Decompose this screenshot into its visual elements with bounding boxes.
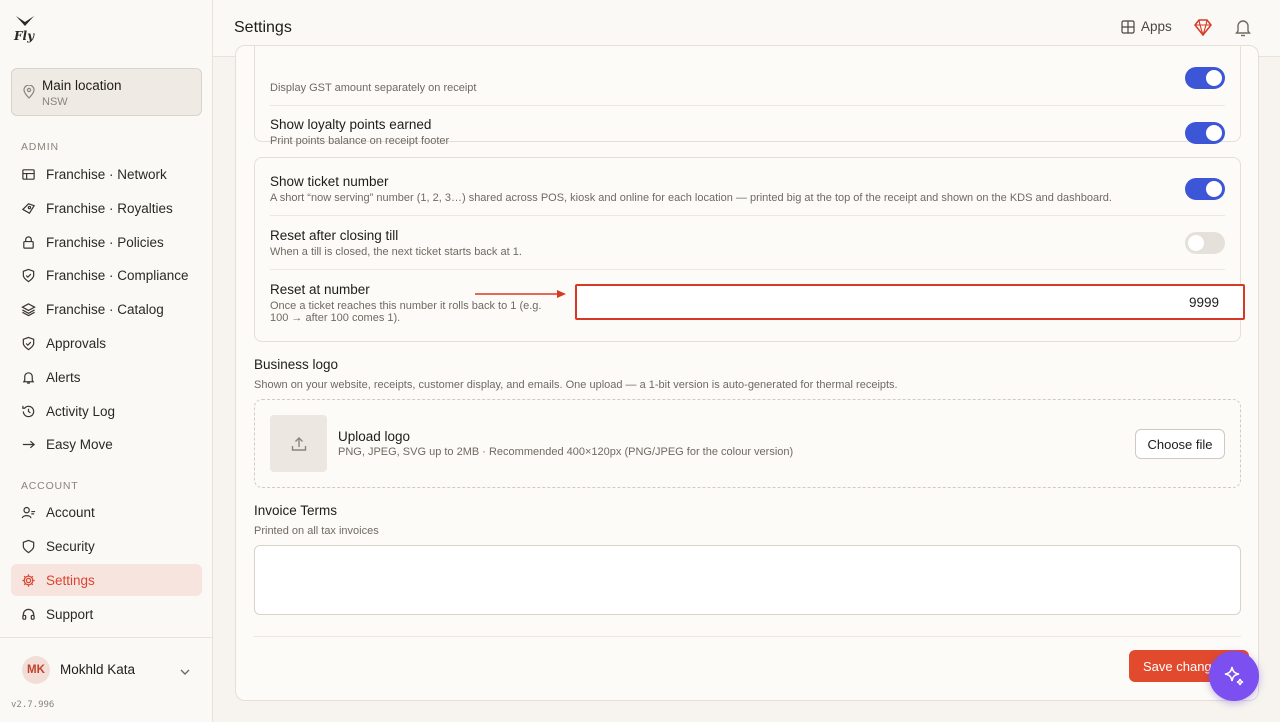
sidebar-item-label: Franchise · Compliance: [46, 267, 189, 283]
layers-icon: [21, 302, 36, 316]
sidebar-item-settings[interactable]: Settings: [11, 564, 202, 596]
user-name[interactable]: Mokhld Kata: [60, 662, 135, 677]
apps-label: Apps: [1141, 19, 1172, 34]
account-section-label: ACCOUNT: [21, 480, 79, 492]
app-version: v2.7.996: [11, 700, 55, 710]
sidebar-item-label: Security: [46, 538, 95, 554]
sidebar-item-label: Franchise · Network: [46, 166, 167, 182]
invoice-terms-desc: Printed on all tax invoices: [254, 525, 379, 537]
show-ticket-toggle[interactable]: [1185, 178, 1225, 200]
chevron-down-icon[interactable]: [179, 664, 191, 682]
sidebar-item-label: Alerts: [46, 369, 81, 385]
sidebar-item-franchise-catalog[interactable]: Franchise · Catalog: [11, 293, 202, 325]
fly-logo[interactable]: Fly: [13, 13, 37, 43]
svg-text:Fly: Fly: [13, 29, 35, 43]
reset-till-row: Reset after closing till When a till is …: [270, 228, 1225, 258]
sidebar-item-label: Franchise · Catalog: [46, 301, 164, 317]
page-title: Settings: [234, 19, 292, 36]
reset-till-desc: When a till is closed, the next ticket s…: [270, 246, 522, 258]
lock-icon: [23, 235, 34, 249]
sidebar-item-franchise-compliance[interactable]: Franchise · Compliance: [11, 259, 202, 291]
apps-button[interactable]: Apps: [1121, 19, 1172, 34]
sidebar-item-label: Settings: [46, 572, 95, 588]
shield-icon: [22, 539, 35, 553]
row-divider: [270, 215, 1225, 216]
upload-icon: [291, 436, 306, 451]
reset-number-input[interactable]: [575, 284, 1245, 320]
logo-upload-dropzone[interactable]: Upload logo PNG, JPEG, SVG up to 2MB · R…: [254, 399, 1241, 488]
notifications-bell-icon[interactable]: [1234, 18, 1252, 42]
upload-desc: PNG, JPEG, SVG up to 2MB · Recommended 4…: [338, 446, 794, 458]
sidebar-item-label: Activity Log: [46, 403, 116, 419]
sidebar-footer-divider: [0, 637, 213, 638]
loyalty-title: Show loyalty points earned: [270, 117, 432, 132]
shield-check-icon: [22, 268, 35, 282]
sidebar-item-approvals[interactable]: Approvals: [11, 327, 202, 359]
gem-icon[interactable]: [1194, 19, 1212, 41]
sidebar: Fly Main location NSW ADMIN Franchise · …: [0, 0, 213, 722]
choose-file-button[interactable]: Choose file: [1135, 429, 1225, 459]
sidebar-item-label: Account: [46, 504, 95, 520]
location-name: Main location: [42, 78, 122, 93]
row-divider: [270, 105, 1225, 106]
upload-title: Upload logo: [338, 429, 411, 444]
invoice-terms-textarea[interactable]: [254, 545, 1241, 615]
sidebar-item-alerts[interactable]: Alerts: [11, 361, 202, 393]
invoice-terms-title: Invoice Terms: [254, 503, 338, 518]
clock-icon: [22, 405, 35, 417]
receipt-options-card: Display GST amount separately on receipt…: [254, 46, 1241, 147]
network-icon: [22, 168, 35, 180]
sidebar-item-label: Easy Move: [46, 436, 113, 452]
row-divider: [270, 269, 1225, 270]
reset-till-toggle[interactable]: [1185, 232, 1225, 254]
loyalty-desc: Print points balance on receipt footer: [270, 135, 450, 147]
location-region: NSW: [42, 96, 68, 108]
percent-icon: [21, 202, 36, 214]
gear-icon: [22, 573, 35, 587]
business-logo-desc: Shown on your website, receipts, custome…: [254, 379, 898, 391]
sidebar-item-security[interactable]: Security: [11, 530, 202, 562]
business-logo-title: Business logo: [254, 357, 339, 372]
sidebar-item-franchise-network[interactable]: Franchise · Network: [11, 158, 202, 190]
user-icon: [21, 506, 36, 518]
sidebar-item-account[interactable]: Account: [11, 496, 202, 528]
gst-row: Display GST amount separately on receipt: [270, 79, 1225, 94]
annotation-arrow-icon: [475, 290, 566, 298]
sidebar-item-activity-log[interactable]: Activity Log: [11, 395, 202, 427]
sidebar-item-label: Support: [46, 606, 94, 622]
grid-icon: [1121, 19, 1135, 34]
show-ticket-title: Show ticket number: [270, 174, 389, 189]
show-ticket-desc: A short “now serving” number (1, 2, 3…) …: [270, 192, 1112, 204]
sidebar-item-franchise-policies[interactable]: Franchise · Policies: [11, 226, 202, 258]
sidebar-item-label: Franchise · Royalties: [46, 200, 173, 216]
sidebar-item-support[interactable]: Support: [11, 598, 202, 630]
avatar[interactable]: MK: [22, 656, 50, 684]
loyalty-row: Show loyalty points earned Print points …: [270, 117, 1225, 147]
loyalty-toggle[interactable]: [1185, 122, 1225, 144]
logo-preview: [270, 415, 327, 472]
sidebar-item-franchise-royalties[interactable]: Franchise · Royalties: [11, 192, 202, 224]
show-ticket-row: Show ticket number A short “now serving”…: [270, 174, 1225, 204]
sidebar-item-label: Approvals: [46, 335, 107, 351]
shield-check-icon: [22, 336, 35, 350]
ai-assistant-button[interactable]: [1209, 651, 1259, 701]
footer-divider: [254, 636, 1241, 637]
gst-toggle[interactable]: [1185, 67, 1225, 89]
reset-till-title: Reset after closing till: [270, 228, 399, 243]
headset-icon: [22, 608, 35, 620]
reset-number-desc: Once a ticket reaches this number it rol…: [270, 300, 542, 324]
gst-desc: Display GST amount separately on receipt: [270, 82, 477, 94]
sidebar-item-label: Franchise · Policies: [46, 234, 164, 250]
location-switcher[interactable]: Main location NSW: [11, 68, 202, 116]
bell-icon: [22, 371, 35, 384]
map-pin-icon: [23, 84, 35, 104]
ticket-number-card: Show ticket number A short “now serving”…: [254, 157, 1245, 342]
settings-panel: Display GST amount separately on receipt…: [235, 45, 1259, 701]
arrow-right-icon: [22, 440, 36, 448]
sparkle-icon: [1224, 666, 1244, 686]
admin-section-label: ADMIN: [21, 141, 59, 153]
sidebar-item-easy-move[interactable]: Easy Move: [11, 428, 202, 460]
